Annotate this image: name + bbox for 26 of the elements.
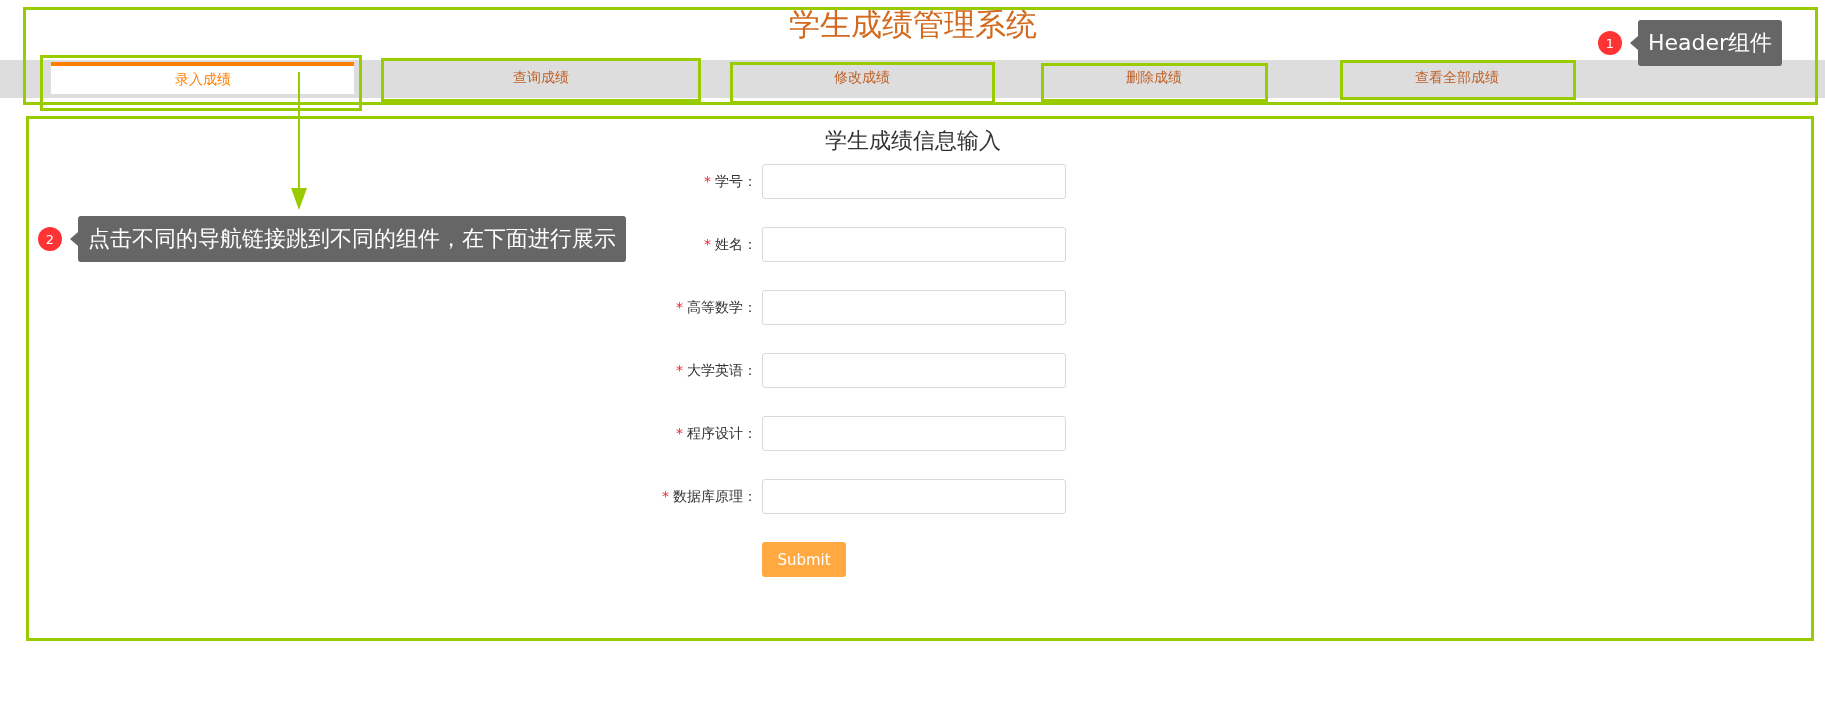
input-field[interactable] [762,227,1066,262]
pointer-icon [70,232,78,246]
input-field[interactable] [762,353,1066,388]
field-label: * 数据库原理： [662,487,757,506]
number-badge: 2 [38,227,62,251]
app-title: 学生成绩管理系统 [788,5,1037,44]
input-field[interactable] [762,479,1066,514]
nav-tab[interactable]: 删除成绩 [1041,62,1266,94]
field-label: * 学号： [704,172,757,191]
field-label: * 程序设计： [676,424,757,443]
field-label: * 姓名： [704,235,757,254]
input-field[interactable] [762,416,1066,451]
callout-text: 点击不同的导航链接跳到不同的组件，在下面进行展示 [78,216,626,262]
number-badge: 1 [1598,31,1622,55]
field-label: * 高等数学： [676,298,757,317]
input-field[interactable] [762,290,1066,325]
callout-text: Header组件 [1638,20,1783,66]
nav-tab[interactable]: 查询成绩 [381,62,701,94]
pointer-icon [1630,36,1638,50]
input-field[interactable] [762,164,1066,199]
submit-button[interactable]: Submit [762,542,846,577]
nav-tab[interactable]: 录入成绩 [51,62,354,94]
nav-tab[interactable]: 修改成绩 [730,62,993,94]
nav-tab[interactable]: 查看全部成绩 [1340,62,1573,94]
field-label: * 大学英语： [676,361,757,380]
form-heading: 学生成绩信息输入 [824,128,1001,154]
